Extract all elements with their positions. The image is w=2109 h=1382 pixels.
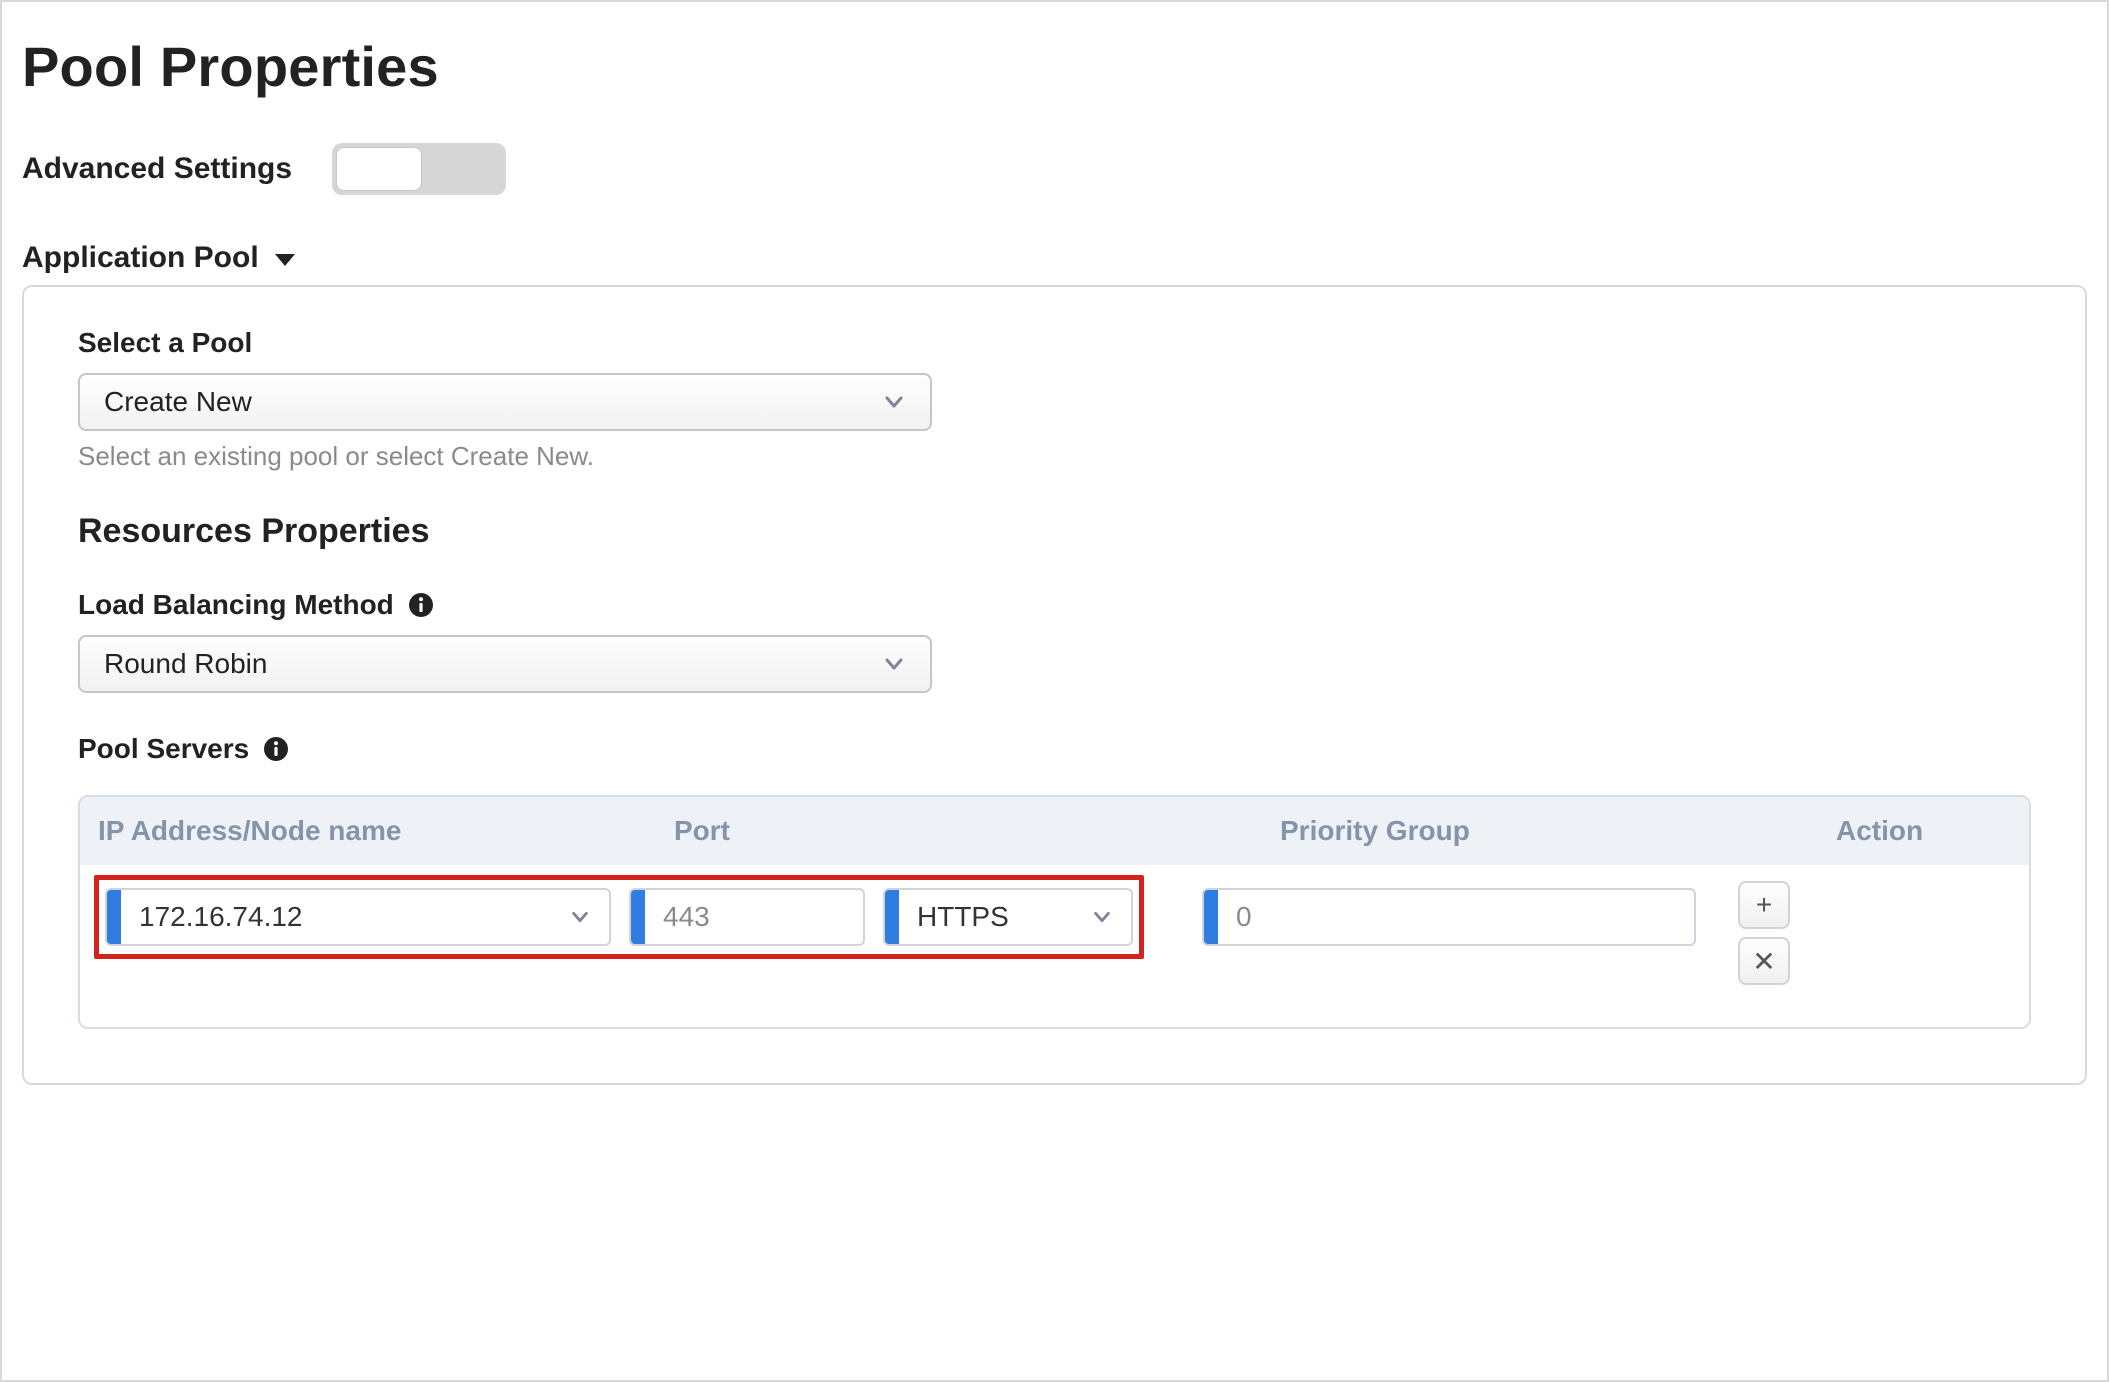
- col-port: Port: [674, 815, 1280, 847]
- info-icon[interactable]: [408, 592, 434, 618]
- select-pool-dropdown[interactable]: Create New: [78, 373, 932, 431]
- pool-servers-label: Pool Servers: [78, 733, 2031, 765]
- application-pool-panel: Select a Pool Create New Select an exist…: [22, 285, 2087, 1085]
- blue-accent: [1204, 890, 1218, 944]
- advanced-settings-row: Advanced Settings: [22, 143, 2087, 195]
- advanced-settings-toggle[interactable]: [332, 143, 506, 195]
- add-row-button[interactable]: +: [1738, 881, 1790, 929]
- select-pool-help: Select an existing pool or select Create…: [78, 441, 2031, 472]
- page-title: Pool Properties: [22, 34, 2087, 99]
- remove-row-button[interactable]: ✕: [1738, 937, 1790, 985]
- ip-value: 172.16.74.12: [139, 901, 303, 933]
- caret-down-icon: [273, 252, 297, 268]
- col-priority: Priority Group: [1280, 815, 1836, 847]
- close-icon: ✕: [1752, 945, 1775, 978]
- advanced-settings-label: Advanced Settings: [22, 152, 292, 186]
- blue-accent: [885, 890, 899, 944]
- select-pool-value: Create New: [104, 386, 252, 418]
- chevron-down-icon: [1091, 906, 1113, 928]
- toggle-thumb: [336, 147, 422, 191]
- select-pool-label: Select a Pool: [78, 327, 2031, 359]
- pool-servers-table: IP Address/Node name Port Priority Group…: [78, 795, 2031, 1029]
- port-input[interactable]: 443: [629, 888, 865, 946]
- chevron-down-icon: [882, 652, 906, 676]
- port-value: 443: [663, 901, 710, 933]
- pool-servers-label-text: Pool Servers: [78, 733, 249, 765]
- table-header: IP Address/Node name Port Priority Group…: [80, 797, 2029, 865]
- application-pool-section-header[interactable]: Application Pool: [22, 241, 2087, 275]
- lbm-label-text: Load Balancing Method: [78, 589, 394, 621]
- priority-input[interactable]: 0: [1202, 888, 1696, 946]
- row-actions: + ✕: [1738, 881, 1790, 985]
- resources-properties-title: Resources Properties: [78, 512, 2031, 551]
- chevron-down-icon: [569, 906, 591, 928]
- lbm-dropdown[interactable]: Round Robin: [78, 635, 932, 693]
- blue-accent: [631, 890, 645, 944]
- lbm-label: Load Balancing Method: [78, 589, 2031, 621]
- ip-node-dropdown[interactable]: 172.16.74.12: [105, 888, 611, 946]
- plus-icon: +: [1756, 889, 1772, 921]
- protocol-dropdown[interactable]: HTTPS: [883, 888, 1133, 946]
- highlighted-row-section: 172.16.74.12 443: [94, 875, 1144, 959]
- info-icon[interactable]: [263, 736, 289, 762]
- select-pool-field: Select a Pool Create New Select an exist…: [78, 327, 2031, 472]
- application-pool-section-title: Application Pool: [22, 241, 259, 275]
- priority-value: 0: [1236, 901, 1252, 933]
- protocol-value: HTTPS: [917, 901, 1009, 933]
- lbm-field: Load Balancing Method Round Robin: [78, 589, 2031, 693]
- lbm-value: Round Robin: [104, 648, 267, 680]
- pool-properties-page: Pool Properties Advanced Settings Applic…: [0, 0, 2109, 1382]
- col-action: Action: [1836, 815, 2011, 847]
- table-row: 172.16.74.12 443: [80, 865, 2029, 1027]
- blue-accent: [107, 890, 121, 944]
- chevron-down-icon: [882, 390, 906, 414]
- col-ip: IP Address/Node name: [98, 815, 674, 847]
